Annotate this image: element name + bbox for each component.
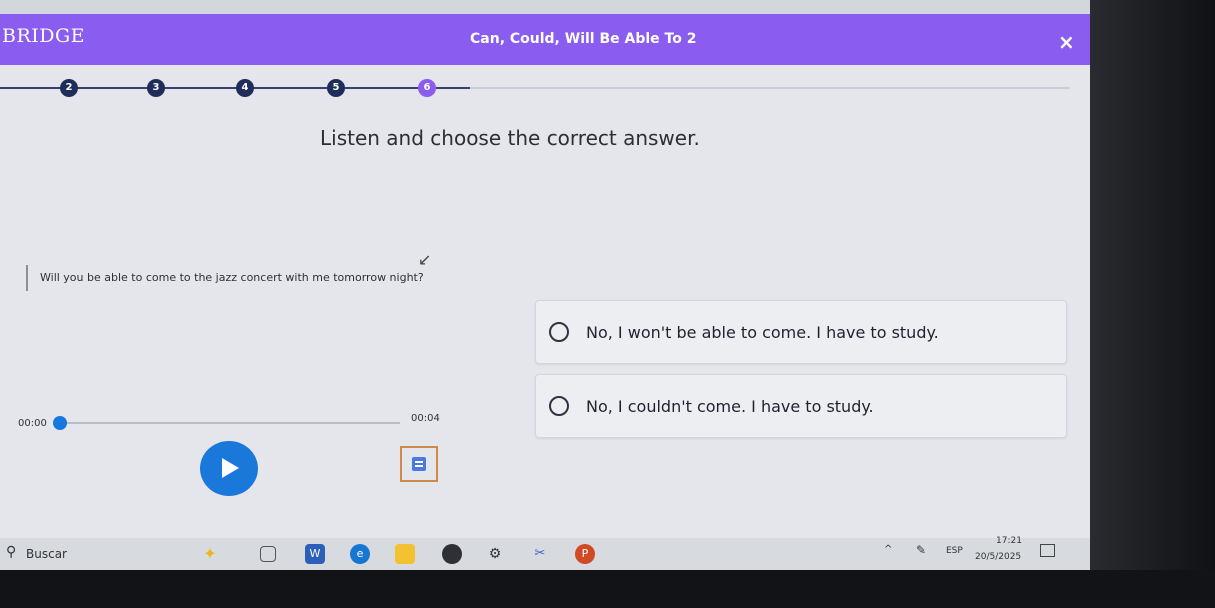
question-block: Will you be able to come to the jazz con…	[26, 265, 520, 291]
answer-option-label: No, I won't be able to come. I have to s…	[586, 323, 939, 342]
app-screen: BRIDGE Can, Could, Will Be Able To 2 × 2…	[0, 0, 1090, 570]
radio-button[interactable]	[549, 396, 569, 416]
play-button[interactable]	[200, 441, 258, 496]
clock-time[interactable]: 17:21	[996, 536, 1022, 546]
audio-progress-track[interactable]	[60, 422, 400, 424]
audio-scrubber-handle[interactable]	[53, 416, 67, 430]
task-view-icon[interactable]	[260, 546, 276, 562]
windows-taskbar: ⚲ Buscar ✦ W e ⚙ ✂ P ^ ✎ ESP 17:21 20/5/…	[0, 536, 1090, 570]
step-3[interactable]: 3	[147, 79, 165, 97]
audio-duration: 00:04	[411, 413, 440, 424]
taskbar-search-label[interactable]: Buscar	[26, 547, 67, 561]
pen-icon[interactable]: ✎	[916, 543, 926, 557]
brand-logo: BRIDGE	[2, 25, 86, 47]
language-indicator[interactable]: ESP	[946, 546, 963, 556]
word-icon[interactable]: W	[305, 544, 325, 564]
search-icon[interactable]: ⚲	[6, 544, 16, 560]
tray-chevron-up-icon[interactable]: ^	[884, 544, 892, 555]
answer-option-label: No, I couldn't come. I have to study.	[586, 397, 874, 416]
instruction-text: Listen and choose the correct answer.	[320, 126, 700, 150]
radio-button[interactable]	[549, 322, 569, 342]
answer-option-1[interactable]: No, I won't be able to come. I have to s…	[535, 300, 1067, 364]
close-button[interactable]: ×	[1058, 30, 1075, 54]
monitor-bezel-right	[1090, 0, 1215, 608]
chrome-icon[interactable]	[442, 544, 462, 564]
clock-date[interactable]: 20/5/2025	[975, 552, 1021, 562]
lesson-title: Can, Could, Will Be Able To 2	[470, 31, 697, 47]
settings-gear-icon[interactable]: ⚙	[485, 544, 505, 564]
transcript-button[interactable]	[400, 446, 438, 482]
step-6-current[interactable]: 6	[418, 79, 436, 97]
step-4[interactable]: 4	[236, 79, 254, 97]
answer-option-2[interactable]: No, I couldn't come. I have to study.	[535, 374, 1067, 438]
edge-browser-icon[interactable]: e	[350, 544, 370, 564]
notification-icon[interactable]	[1040, 544, 1055, 557]
lesson-header: BRIDGE Can, Could, Will Be Able To 2 ×	[0, 14, 1090, 65]
audio-current-time: 00:00	[18, 418, 47, 429]
question-text: Will you be able to come to the jazz con…	[40, 271, 424, 284]
step-2[interactable]: 2	[60, 79, 78, 97]
progress-line-remaining	[470, 87, 1070, 89]
monitor-bezel-bottom	[0, 570, 1215, 608]
copilot-sparkle-icon[interactable]: ✦	[200, 544, 220, 564]
document-icon	[412, 457, 426, 471]
powerpoint-icon[interactable]: P	[575, 544, 595, 564]
browser-top-strip	[0, 0, 1090, 14]
snipping-tool-icon[interactable]: ✂	[530, 544, 550, 564]
progress-steps: 2 3 4 5 6	[0, 78, 1090, 98]
step-5[interactable]: 5	[327, 79, 345, 97]
file-explorer-icon[interactable]	[395, 544, 415, 564]
